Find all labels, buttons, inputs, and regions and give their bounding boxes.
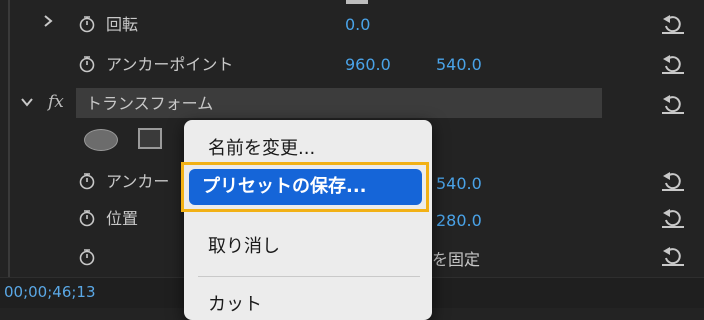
anchor2-y-value[interactable]: 540.0	[436, 174, 482, 194]
scrollbar-thumb[interactable]	[346, 0, 368, 4]
context-menu: 名前を変更... 取り消し カット	[184, 120, 432, 320]
fixed-label: を固定	[432, 250, 481, 269]
panel-border	[8, 0, 10, 280]
rotation-value[interactable]: 0.0	[345, 15, 370, 35]
menu-item-cut[interactable]: カット	[208, 294, 262, 316]
save-preset-label: プリセットの保存...	[202, 176, 367, 197]
transform-group-label: トランスフォーム	[86, 94, 214, 113]
reset-icon[interactable]	[660, 170, 686, 191]
stopwatch-icon[interactable]	[78, 172, 95, 190]
anchor-label: アンカー	[106, 172, 170, 191]
reset-icon[interactable]	[660, 207, 686, 228]
anchor-point-label: アンカーポイント	[106, 55, 234, 74]
menu-item-undo[interactable]: 取り消し	[208, 236, 280, 258]
rotation-label: 回転	[106, 15, 139, 34]
ellipse-mask-icon[interactable]	[84, 129, 118, 151]
rectangle-mask-icon[interactable]	[138, 128, 162, 149]
stopwatch-icon[interactable]	[78, 248, 95, 266]
menu-item-rename[interactable]: 名前を変更...	[208, 138, 315, 160]
timecode[interactable]: 00;00;46;13	[4, 283, 96, 301]
reset-icon[interactable]	[660, 93, 686, 114]
chevron-right-icon[interactable]	[42, 14, 54, 32]
stopwatch-icon[interactable]	[78, 15, 95, 33]
reset-icon[interactable]	[660, 13, 686, 34]
stopwatch-icon[interactable]	[78, 55, 95, 73]
anchor-y-value[interactable]: 540.0	[436, 55, 482, 75]
position-label: 位置	[106, 209, 139, 228]
chevron-down-icon[interactable]	[20, 96, 34, 112]
position-y-value[interactable]: 280.0	[436, 211, 482, 231]
reset-icon[interactable]	[660, 53, 686, 74]
reset-icon[interactable]	[660, 245, 686, 266]
menu-item-save-preset[interactable]: プリセットの保存...	[189, 169, 422, 205]
menu-separator	[198, 276, 420, 277]
anchor-x-value[interactable]: 960.0	[345, 55, 391, 75]
stopwatch-icon[interactable]	[78, 209, 95, 227]
fx-icon[interactable]: fx	[48, 92, 64, 112]
